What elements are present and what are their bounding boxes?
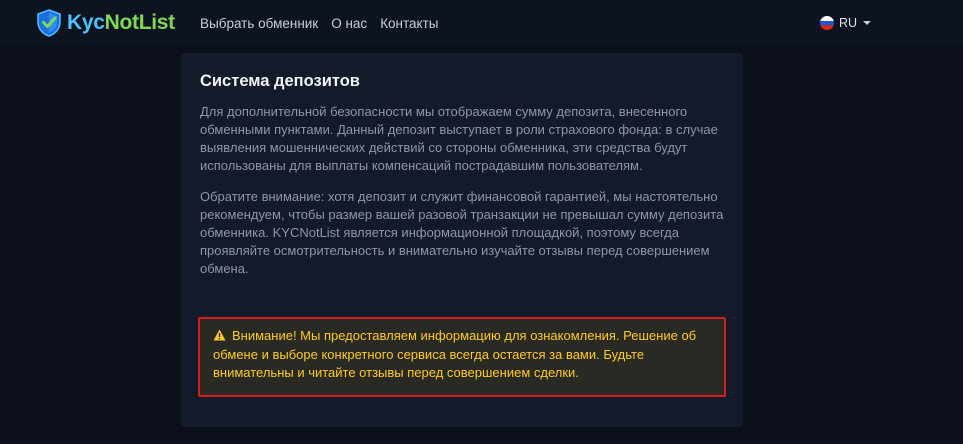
- nav-item-contacts[interactable]: Контакты: [380, 16, 438, 31]
- language-label: RU: [839, 16, 858, 30]
- nav-item-about[interactable]: О нас: [331, 16, 367, 31]
- shield-check-icon: [37, 9, 61, 37]
- language-dropdown[interactable]: RU: [820, 14, 872, 32]
- nav-links: Выбрать обменник О нас Контакты: [200, 0, 452, 46]
- brand-logo[interactable]: KycNotList: [36, 8, 175, 38]
- warning-text: Внимание! Мы предоставляем информацию дл…: [213, 328, 697, 380]
- deposit-paragraph-1: Для дополнительной безопасности мы отобр…: [200, 104, 718, 173]
- warning-alert: Внимание! Мы предоставляем информацию дл…: [198, 317, 726, 397]
- section-title: Система депозитов: [200, 72, 360, 90]
- nav-item-choose-exchanger[interactable]: Выбрать обменник: [200, 16, 318, 31]
- deposit-paragraph-2: Обратите внимание: хотя депозит и служит…: [200, 189, 724, 276]
- warning-triangle-icon: [213, 329, 226, 341]
- brand-name-part1: Kyc: [67, 11, 105, 34]
- brand-name-part2: Not: [104, 11, 139, 34]
- russia-flag-icon: [820, 16, 834, 30]
- brand-name: KycNotList: [67, 11, 175, 35]
- chevron-down-icon: [863, 21, 872, 25]
- deposit-system-card: Система депозитов Для дополнительной без…: [181, 53, 743, 427]
- top-navbar: KycNotList Выбрать обменник О нас Контак…: [0, 0, 963, 46]
- brand-name-part3: List: [138, 11, 175, 34]
